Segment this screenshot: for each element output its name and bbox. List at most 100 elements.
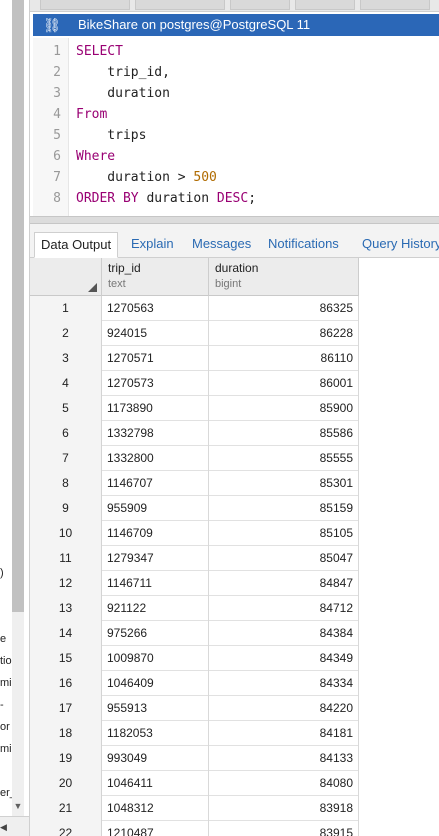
row-number[interactable]: 9 <box>30 496 102 521</box>
tree-item-fragment[interactable]: e <box>0 628 12 650</box>
trip-id-cell[interactable]: 1332798 <box>102 421 209 446</box>
row-number[interactable]: 18 <box>30 721 102 746</box>
tree-item-fragment[interactable]: or <box>0 716 12 738</box>
table-row[interactable]: 19 993049 84133 <box>30 746 359 771</box>
row-number[interactable]: 12 <box>30 571 102 596</box>
trip-id-cell[interactable]: 1009870 <box>102 646 209 671</box>
table-row[interactable]: 8 1146707 85301 <box>30 471 359 496</box>
row-number[interactable]: 11 <box>30 546 102 571</box>
row-number[interactable]: 14 <box>30 621 102 646</box>
trip-id-cell[interactable]: 1046409 <box>102 671 209 696</box>
sql-editor[interactable]: 1 2 3 4 5 6 7 8 SELECT trip_id, duration From tr… <box>33 38 439 216</box>
row-number[interactable]: 6 <box>30 421 102 446</box>
table-row[interactable]: 12 1146711 84847 <box>30 571 359 596</box>
duration-cell[interactable]: 85586 <box>209 421 359 446</box>
trip-id-cell[interactable]: 1332800 <box>102 446 209 471</box>
browser-horizontal-scrollbar[interactable]: ◀ <box>0 816 29 836</box>
trip-id-cell[interactable]: 1270563 <box>102 296 209 321</box>
table-row[interactable]: 9 955909 85159 <box>30 496 359 521</box>
toolbar-button[interactable] <box>135 0 225 10</box>
toolbar-button[interactable] <box>40 0 130 10</box>
row-number[interactable]: 21 <box>30 796 102 821</box>
duration-cell[interactable]: 85159 <box>209 496 359 521</box>
duration-cell[interactable]: 86325 <box>209 296 359 321</box>
table-row[interactable]: 20 1046411 84080 <box>30 771 359 796</box>
row-number[interactable]: 7 <box>30 446 102 471</box>
toolbar-button[interactable] <box>360 0 430 10</box>
duration-cell[interactable]: 84384 <box>209 621 359 646</box>
trip-id-cell[interactable]: 1270571 <box>102 346 209 371</box>
table-row[interactable]: 2 924015 86228 <box>30 321 359 346</box>
duration-cell[interactable]: 85301 <box>209 471 359 496</box>
row-number[interactable]: 16 <box>30 671 102 696</box>
row-number[interactable]: 17 <box>30 696 102 721</box>
table-row[interactable]: 3 1270571 86110 <box>30 346 359 371</box>
row-number[interactable]: 5 <box>30 396 102 421</box>
tree-item-fragment[interactable]: mi <box>0 738 12 760</box>
duration-cell[interactable]: 84712 <box>209 596 359 621</box>
row-number[interactable]: 19 <box>30 746 102 771</box>
row-number[interactable]: 3 <box>30 346 102 371</box>
toolbar-button[interactable] <box>295 0 355 10</box>
row-number[interactable]: 20 <box>30 771 102 796</box>
row-number[interactable]: 1 <box>30 296 102 321</box>
duration-cell[interactable]: 84334 <box>209 671 359 696</box>
row-number[interactable]: 2 <box>30 321 102 346</box>
trip-id-cell[interactable]: 993049 <box>102 746 209 771</box>
trip-id-cell[interactable]: 1146711 <box>102 571 209 596</box>
code-line[interactable]: trip_id, <box>76 62 170 83</box>
trip-id-cell[interactable]: 975266 <box>102 621 209 646</box>
duration-cell[interactable]: 84847 <box>209 571 359 596</box>
scroll-down-arrow-icon[interactable]: ▼ <box>12 798 24 814</box>
query-title-bar[interactable]: ⛓ BikeShare on postgres@PostgreSQL 11 <box>33 14 439 36</box>
code-line[interactable]: SELECT <box>76 41 123 62</box>
row-number[interactable]: 15 <box>30 646 102 671</box>
table-row[interactable]: 1 1270563 86325 <box>30 296 359 321</box>
trip-id-cell[interactable]: 1046411 <box>102 771 209 796</box>
duration-cell[interactable]: 84133 <box>209 746 359 771</box>
select-all-corner[interactable] <box>30 258 102 296</box>
row-number[interactable]: 10 <box>30 521 102 546</box>
trip-id-cell[interactable]: 1279347 <box>102 546 209 571</box>
code-line[interactable]: duration > 500 <box>76 167 217 188</box>
tab-explain[interactable]: Explain <box>125 232 180 258</box>
trip-id-cell[interactable]: 1182053 <box>102 721 209 746</box>
duration-cell[interactable]: 85900 <box>209 396 359 421</box>
row-number[interactable]: 22 <box>30 821 102 836</box>
code-line[interactable]: ORDER BY duration DESC; <box>76 188 256 209</box>
table-row[interactable]: 10 1146709 85105 <box>30 521 359 546</box>
duration-cell[interactable]: 83915 <box>209 821 359 836</box>
browser-scrollbar-thumb[interactable] <box>12 0 24 612</box>
tab-messages[interactable]: Messages <box>186 232 257 258</box>
tree-item-fragment[interactable]: ) <box>0 562 12 584</box>
duration-cell[interactable]: 85047 <box>209 546 359 571</box>
duration-cell[interactable]: 86228 <box>209 321 359 346</box>
trip-id-cell[interactable]: 1146709 <box>102 521 209 546</box>
code-line[interactable]: trips <box>76 125 146 146</box>
trip-id-cell[interactable]: 1270573 <box>102 371 209 396</box>
duration-cell[interactable]: 86001 <box>209 371 359 396</box>
scroll-left-arrow-icon[interactable]: ◀ <box>0 819 10 835</box>
table-row[interactable]: 11 1279347 85047 <box>30 546 359 571</box>
table-row[interactable]: 15 1009870 84349 <box>30 646 359 671</box>
duration-cell[interactable]: 85555 <box>209 446 359 471</box>
table-row[interactable]: 21 1048312 83918 <box>30 796 359 821</box>
trip-id-cell[interactable]: 1048312 <box>102 796 209 821</box>
duration-cell[interactable]: 84181 <box>209 721 359 746</box>
table-row[interactable]: 17 955913 84220 <box>30 696 359 721</box>
table-row[interactable]: 13 921122 84712 <box>30 596 359 621</box>
table-row[interactable]: 16 1046409 84334 <box>30 671 359 696</box>
column-header-duration[interactable]: duration bigint <box>209 258 359 296</box>
row-number[interactable]: 8 <box>30 471 102 496</box>
tab-query-history[interactable]: Query History <box>356 232 439 258</box>
code-line[interactable]: From <box>76 104 107 125</box>
table-row[interactable]: 7 1332800 85555 <box>30 446 359 471</box>
trip-id-cell[interactable]: 955909 <box>102 496 209 521</box>
tree-item-fragment[interactable] <box>0 606 12 628</box>
toolbar-button[interactable] <box>230 0 290 10</box>
tree-item-fragment[interactable]: er_ <box>0 782 12 804</box>
tree-item-fragment[interactable]: mi <box>0 672 12 694</box>
tree-item-fragment[interactable]: - <box>0 694 12 716</box>
trip-id-cell[interactable]: 1146707 <box>102 471 209 496</box>
table-row[interactable]: 6 1332798 85586 <box>30 421 359 446</box>
